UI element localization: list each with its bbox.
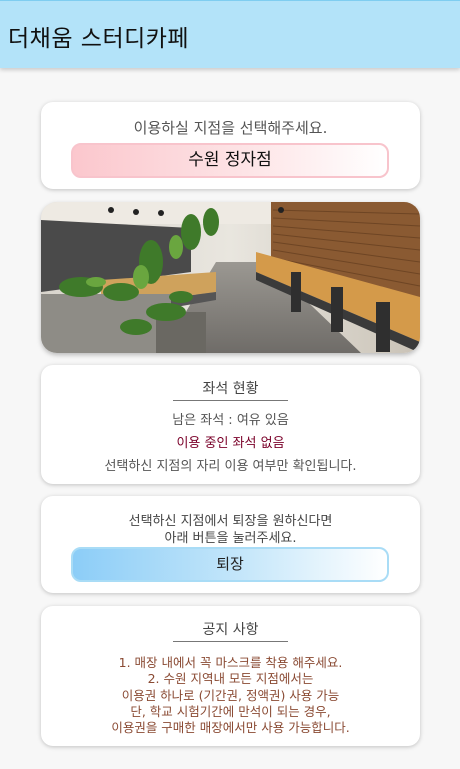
- notice-title: 공지 사항: [172, 619, 289, 642]
- checkout-card: 선택하신 지점에서 퇴장을 원하신다면 아래 버튼을 눌러주세요. 퇴장: [41, 496, 420, 593]
- notice-card: 공지 사항 1. 매장 내에서 꼭 마스크를 착용 해주세요. 2. 수원 지역…: [41, 606, 420, 746]
- store-interior-image: [41, 202, 420, 353]
- seat-status-title: 좌석 현황: [172, 378, 289, 401]
- checkout-button[interactable]: 퇴장: [71, 547, 389, 582]
- seat-status-note: 선택하신 지점의 자리 이용 여부만 확인됩니다.: [104, 459, 357, 474]
- store-photo: [41, 202, 420, 353]
- app-bar: 더채움 스터디카페: [0, 0, 460, 68]
- in-use-seat-text: 이용 중인 좌석 없음: [176, 436, 285, 451]
- app-title: 더채움 스터디카페: [8, 26, 190, 52]
- branch-select-card: 이용하실 지점을 선택해주세요. 수원 정자점: [41, 102, 420, 189]
- remaining-seats-text: 남은 좌석 : 여유 있음: [172, 413, 289, 428]
- checkout-message-line2: 아래 버튼을 눌러주세요.: [164, 531, 297, 546]
- seat-status-heading: 좌석 현황: [41, 378, 420, 401]
- notice-heading: 공지 사항: [41, 619, 420, 642]
- notice-line: 이용권을 구매한 매장에서만 사용 가능합니다.: [111, 720, 350, 735]
- branch-prompt: 이용하실 지점을 선택해주세요.: [133, 119, 328, 137]
- branch-select-button[interactable]: 수원 정자점: [71, 143, 389, 178]
- seat-status-card: 좌석 현황 남은 좌석 : 여유 있음 이용 중인 좌석 없음 선택하신 지점의…: [41, 365, 420, 484]
